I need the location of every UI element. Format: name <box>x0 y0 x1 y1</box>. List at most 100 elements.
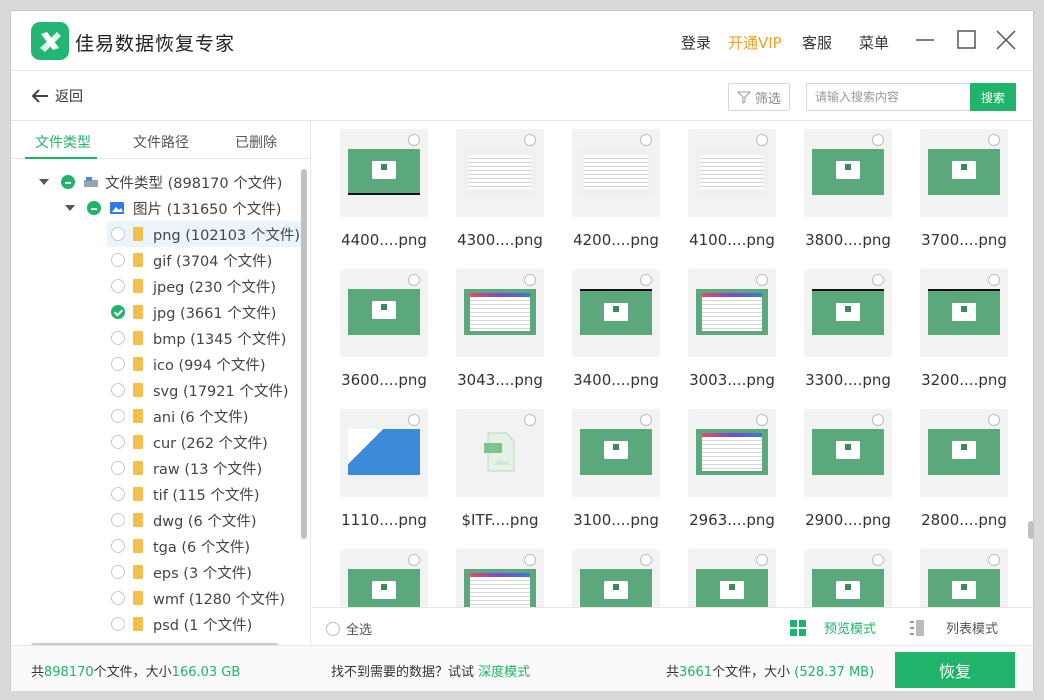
tree-item-checkbox[interactable] <box>111 279 125 293</box>
file-select-radio[interactable] <box>640 554 652 566</box>
filter-button[interactable]: 筛选 <box>728 83 790 111</box>
root-checkbox[interactable] <box>61 175 75 189</box>
file-select-radio[interactable] <box>988 274 1000 286</box>
maximize-icon[interactable] <box>955 29 977 51</box>
minimize-icon[interactable] <box>914 29 936 51</box>
file-tile[interactable] <box>920 269 1008 357</box>
tree-item[interactable]: cur (262 个文件) <box>111 429 268 455</box>
search-button[interactable]: 搜索 <box>970 83 1016 111</box>
file-tile[interactable] <box>572 549 660 607</box>
tree-item[interactable]: eps (3 个文件) <box>111 559 252 585</box>
file-select-radio[interactable] <box>756 554 768 566</box>
deep-mode-link[interactable]: 深度模式 <box>478 665 530 680</box>
file-select-radio[interactable] <box>872 134 884 146</box>
tree-item-checkbox[interactable] <box>111 227 125 241</box>
file-tile[interactable] <box>688 269 776 357</box>
file-select-radio[interactable] <box>988 554 1000 566</box>
file-tile[interactable] <box>804 549 892 607</box>
file-tile[interactable] <box>688 129 776 217</box>
tree-item[interactable]: gif (3704 个文件) <box>111 247 272 273</box>
file-tile[interactable] <box>340 409 428 497</box>
menu-link[interactable]: 菜单 <box>859 32 889 53</box>
tree-item[interactable]: png (102103 个文件) <box>107 221 301 247</box>
tree-item[interactable]: jpg (3661 个文件) <box>111 299 276 325</box>
tree-item-checkbox[interactable] <box>111 331 125 345</box>
tree-item[interactable]: jpeg (230 个文件) <box>111 273 276 299</box>
file-tile[interactable] <box>804 409 892 497</box>
file-select-radio[interactable] <box>640 274 652 286</box>
file-select-radio[interactable] <box>524 274 536 286</box>
file-select-radio[interactable] <box>988 134 1000 146</box>
tree-item-checkbox[interactable] <box>111 513 125 527</box>
file-select-radio[interactable] <box>756 274 768 286</box>
recover-button[interactable]: 恢复 <box>895 652 1015 688</box>
back-button[interactable]: 返回 <box>31 84 83 108</box>
file-tile[interactable] <box>920 129 1008 217</box>
service-link[interactable]: 客服 <box>802 32 832 53</box>
file-tile[interactable] <box>456 129 544 217</box>
select-all-checkbox[interactable]: 全选 <box>326 619 372 638</box>
tree-item-checkbox[interactable] <box>111 565 125 579</box>
tree-scrollbar[interactable] <box>301 169 307 539</box>
tab-deleted[interactable]: 已删除 <box>235 132 277 152</box>
tree-item-checkbox[interactable] <box>111 461 125 475</box>
preview-mode-button[interactable]: 预览模式 <box>790 618 876 637</box>
file-tile[interactable] <box>572 409 660 497</box>
tree-item[interactable]: tif (115 个文件) <box>111 481 260 507</box>
list-mode-button[interactable]: 列表模式 <box>910 618 998 637</box>
tree-item[interactable]: raw (13 个文件) <box>111 455 262 481</box>
file-tile[interactable] <box>456 269 544 357</box>
file-tile[interactable] <box>804 269 892 357</box>
login-link[interactable]: 登录 <box>681 32 711 53</box>
tree-item-checkbox[interactable] <box>111 253 125 267</box>
file-tile[interactable] <box>340 269 428 357</box>
close-icon[interactable] <box>995 29 1017 51</box>
file-tile[interactable] <box>572 129 660 217</box>
tree-item-checkbox[interactable] <box>111 383 125 397</box>
file-tile[interactable] <box>340 129 428 217</box>
tree-item-checkbox[interactable] <box>111 591 125 605</box>
images-checkbox[interactable] <box>87 201 101 215</box>
file-tile[interactable] <box>920 409 1008 497</box>
tree-item[interactable]: bmp (1345 个文件) <box>111 325 286 351</box>
file-select-radio[interactable] <box>872 414 884 426</box>
caret-down-icon[interactable] <box>65 203 75 213</box>
tree-item[interactable]: ani (6 个文件) <box>111 403 248 429</box>
file-tile[interactable] <box>688 549 776 607</box>
file-select-radio[interactable] <box>988 414 1000 426</box>
file-select-radio[interactable] <box>524 134 536 146</box>
file-tile[interactable] <box>920 549 1008 607</box>
tree-item[interactable]: tga (6 个文件) <box>111 533 250 559</box>
caret-down-icon[interactable] <box>39 177 49 187</box>
file-select-radio[interactable] <box>756 134 768 146</box>
tree-item-checkbox[interactable] <box>111 409 125 423</box>
search-input[interactable] <box>806 83 970 111</box>
vip-link[interactable]: 开通VIP <box>728 32 782 53</box>
file-select-radio[interactable] <box>640 414 652 426</box>
file-tile[interactable] <box>804 129 892 217</box>
tab-file-path[interactable]: 文件路径 <box>133 132 189 152</box>
select-all-radio[interactable] <box>326 621 340 636</box>
file-tile[interactable] <box>572 269 660 357</box>
file-select-radio[interactable] <box>524 414 536 426</box>
grid-scrollbar[interactable] <box>1028 521 1034 539</box>
file-tile[interactable] <box>456 409 544 497</box>
tab-file-type[interactable]: 文件类型 <box>35 132 91 152</box>
file-select-radio[interactable] <box>872 554 884 566</box>
tree-item-checkbox[interactable] <box>111 539 125 553</box>
tree-images[interactable]: 图片 (131650 个文件) <box>65 195 281 221</box>
file-select-radio[interactable] <box>408 274 420 286</box>
file-select-radio[interactable] <box>756 414 768 426</box>
tree-item-checkbox[interactable] <box>111 487 125 501</box>
file-select-radio[interactable] <box>524 554 536 566</box>
file-select-radio[interactable] <box>872 274 884 286</box>
tree-item-checkbox[interactable] <box>111 305 125 319</box>
file-tile[interactable] <box>456 549 544 607</box>
file-tile[interactable] <box>688 409 776 497</box>
tree-item[interactable]: ico (994 个文件) <box>111 351 266 377</box>
file-select-radio[interactable] <box>640 134 652 146</box>
file-select-radio[interactable] <box>408 134 420 146</box>
tree-item[interactable]: psd (1 个文件) <box>111 611 252 637</box>
file-select-radio[interactable] <box>408 414 420 426</box>
tree-root[interactable]: 文件类型 (898170 个文件) <box>39 169 282 195</box>
